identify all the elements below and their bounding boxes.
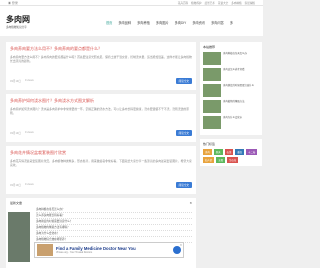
ad-banner[interactable]: Find a Family Medicine Doctor Near You V… (34, 242, 184, 258)
article-views: 9 views (24, 131, 34, 134)
article-excerpt: 多肉养护如何浇水图片？浇水是多肉养护中非常重要的一环，掌握正确的浇水方法，可以让… (10, 107, 190, 115)
read-more-button[interactable]: 阅读全文 (175, 78, 192, 84)
article-date: 03月19日 (10, 132, 21, 135)
article-title[interactable]: 多肉花卉情况盆栽套装图片欣赏 (10, 150, 192, 156)
header: 多肉网 多肉植物知识分享 首页 多肉品种 多肉养殖 多肉图片 多肉DIY 多肉资… (0, 6, 263, 36)
read-more-button[interactable]: 阅读全文 (175, 130, 192, 136)
close-icon[interactable]: ✕ (189, 201, 192, 205)
tag-item[interactable]: 玉露 (216, 157, 225, 163)
article-card: 多肉养肉要方法么用不？多肉养肉的要点都是什么？ 多肉养肉要方法么用不？多肉养肉的… (6, 42, 196, 90)
tag-item[interactable]: 生石花 (226, 157, 239, 163)
tag-item[interactable]: 番杏 (235, 149, 245, 155)
article-list: 多肉养肉要方法么用不？多肉养肉的要点都是什么？ 多肉养肉要方法么用不？多肉养肉的… (6, 42, 196, 268)
hot-item[interactable]: 多肉为什么会化水 (203, 116, 259, 129)
tag-item[interactable]: 石莲 (224, 149, 234, 155)
nav-item[interactable]: 多肉资讯 (192, 20, 205, 25)
tags-panel-title: 热门标签 (203, 142, 216, 146)
hot-panel: 本站推荐 多肉种植在冬天怎么办 多肉该怎么养才好看 多肉换盆的时候需要注意什么 … (200, 42, 262, 135)
hot-thumbnail[interactable] (203, 100, 221, 113)
read-more-button[interactable]: 阅读全文 (175, 182, 192, 188)
article-title[interactable]: 多肉养护如何浇水图片？多肉浇水方式图文解析 (10, 98, 192, 104)
tag-cloud: 多肉 景天 石莲 番杏 十二卷仙人掌 玉露 生石花 (203, 149, 259, 163)
login-link[interactable]: ◉ 登录 (8, 1, 18, 5)
recent-header: 最新文章 ✕ (10, 201, 192, 205)
tag-item[interactable]: 景天 (213, 149, 223, 155)
article-card: 多肉养护如何浇水图片？多肉浇水方式图文解析 多肉养护如何浇水图片？浇水是多肉养护… (6, 94, 196, 142)
tag-item[interactable]: 仙人掌 (203, 157, 215, 163)
article-excerpt: 多肉养肉要方法么用不？多肉养肉的要点都是什么呢？首先要注意光照充足，保持土壤干湿… (10, 55, 192, 63)
nav-home[interactable]: 首页 (106, 20, 112, 25)
ad-arrow-icon[interactable] (173, 246, 181, 254)
site-logo[interactable]: 多肉网 多肉植物知识分享 (6, 14, 30, 29)
hot-panel-title: 本站推荐 (203, 45, 216, 49)
hot-thumbnail[interactable] (203, 116, 221, 129)
hot-thumbnail[interactable] (203, 52, 221, 65)
topbar-link[interactable]: 植物养护 (191, 1, 201, 5)
tag-item[interactable]: 多肉 (203, 149, 212, 155)
article-views: 9 views (24, 79, 34, 82)
site-subtitle: 多肉植物知识分享 (6, 25, 27, 29)
hot-item[interactable]: 多肉换盆的时候需要注意什么 (203, 84, 259, 97)
article-meta: 03月19日 9 views (10, 79, 34, 83)
nav-item[interactable]: 多肉品种 (118, 20, 131, 25)
article-date: 03月19日 (10, 80, 21, 83)
hot-item[interactable]: 多肉植物的繁殖方法 (203, 100, 259, 113)
nav-item[interactable]: 多肉图片 (156, 20, 169, 25)
tags-panel: 热门标签 多肉 景天 石莲 番杏 十二卷仙人掌 玉露 生石花 (200, 139, 262, 166)
hot-item-title[interactable]: 多肉植物的繁殖方法 (223, 100, 245, 103)
article-date: 03月19日 (10, 184, 21, 187)
ad-image (37, 244, 53, 256)
hot-item-title[interactable]: 多肉该怎么养才好看 (223, 68, 245, 71)
nav-item[interactable]: 多肉养殖 (137, 20, 150, 25)
hot-item-title[interactable]: 多肉种植在冬天怎么办 (223, 52, 247, 55)
succulent-thumbnail[interactable] (8, 212, 30, 262)
article-views: 9 views (24, 183, 34, 186)
recent-title: 最新文章 (10, 201, 23, 205)
article-card: 多肉花卉情况盆栽套装图片欣赏 多肉花卉情况盆栽套装图片欣赏，多肉植物种类繁多，形… (6, 146, 196, 194)
hot-thumbnail[interactable] (203, 84, 221, 97)
hot-thumbnail[interactable] (203, 68, 221, 81)
topbar-link[interactable]: 家居绿植 (245, 1, 255, 5)
nav-item[interactable]: 多肉问答 (211, 20, 224, 25)
hot-item-title[interactable]: 多肉换盆的时候需要注意什么 (223, 84, 254, 87)
topbar-link[interactable]: 多肉种植 (231, 1, 241, 5)
hot-item-title[interactable]: 多肉为什么会化水 (223, 116, 242, 119)
topbar-link[interactable]: 花语大全 (218, 1, 228, 5)
main-nav: 首页 多肉品种 多肉养殖 多肉图片 多肉DIY 多肉资讯 多肉问答 多 (106, 20, 233, 25)
topbar-link[interactable]: 花卉百科 (178, 1, 188, 5)
hot-item[interactable]: 多肉该怎么养才好看 (203, 68, 259, 81)
nav-item[interactable]: 多肉DIY (175, 20, 187, 25)
article-meta: 03月19日 9 views (10, 131, 34, 135)
topbar-links: 花卉百科 植物养护 盆景艺术 花语大全 多肉种植 家居绿植 (178, 1, 255, 5)
recent-list: 多肉种植在冬天怎么办？ 怎么养多肉能长得好看？ 多肉换盆的时候需要注意什么？ 多… (36, 207, 192, 243)
article-meta: 03月19日 9 views (10, 183, 34, 187)
article-title[interactable]: 多肉养肉要方法么用不？多肉养肉的要点都是什么？ (10, 46, 192, 52)
close-icon[interactable]: ✕ (180, 243, 182, 247)
article-excerpt: 多肉花卉情况盆栽套装图片欣赏，多肉植物种类繁多，形态各异，用来做盆栽非常好看，下… (10, 159, 192, 167)
ad-subtitle: Vhcare.org - Your Trusted Doctors (56, 251, 93, 254)
site-title: 多肉网 (6, 13, 30, 24)
hot-item[interactable]: 多肉种植在冬天怎么办 (203, 52, 259, 65)
tag-item[interactable]: 十二卷 (246, 149, 258, 155)
sidebar: 本站推荐 多肉种植在冬天怎么办 多肉该怎么养才好看 多肉换盆的时候需要注意什么 … (200, 42, 262, 170)
topbar-link[interactable]: 盆景艺术 (205, 1, 215, 5)
nav-item[interactable]: 多 (230, 20, 233, 25)
